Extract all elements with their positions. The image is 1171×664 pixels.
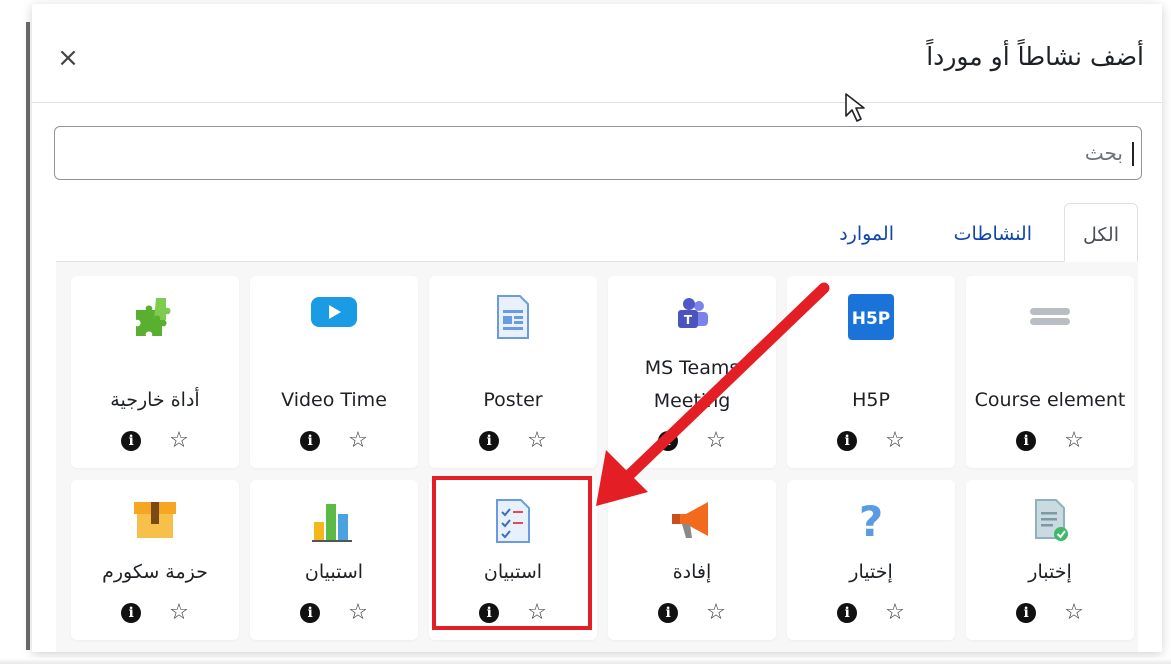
card-choice[interactable]: ? إختيار i ☆ <box>787 480 955 640</box>
ms-teams-icon: T <box>608 294 776 338</box>
puzzle-icon <box>71 294 239 338</box>
info-icon[interactable]: i <box>121 431 142 451</box>
search-input[interactable] <box>65 133 1131 173</box>
star-icon[interactable]: ☆ <box>527 430 547 452</box>
info-icon[interactable]: i <box>479 603 500 623</box>
tab-bar: الكل النشاطات الموارد <box>56 203 1138 262</box>
star-icon[interactable]: ☆ <box>706 602 726 624</box>
card-label: إفادة <box>672 561 712 583</box>
info-icon[interactable]: i <box>837 431 858 451</box>
page-left-border <box>26 22 30 650</box>
tab-resources[interactable]: الموارد <box>821 203 912 261</box>
star-icon[interactable]: ☆ <box>348 602 368 624</box>
card-quiz[interactable]: إختبار i ☆ <box>966 480 1134 640</box>
card-feedback[interactable]: إفادة i ☆ <box>608 480 776 640</box>
card-label: Course element <box>974 389 1126 411</box>
info-icon[interactable]: i <box>1016 431 1037 451</box>
bottom-edge <box>0 658 1171 664</box>
package-icon <box>71 498 239 542</box>
h5p-icon: H5P <box>787 294 955 340</box>
activity-grid: Course element i ☆ H5P H5P i ☆ T MS Team… <box>56 262 1138 652</box>
card-video-time[interactable]: Video Time i ☆ <box>250 276 418 468</box>
info-icon[interactable]: i <box>658 431 679 451</box>
card-scorm-package[interactable]: حزمة سكورم i ☆ <box>71 480 239 640</box>
tab-all[interactable]: الكل <box>1064 203 1138 262</box>
question-icon: ? <box>787 498 955 544</box>
megaphone-icon <box>608 498 776 542</box>
svg-text:H5P: H5P <box>852 309 891 329</box>
add-activity-modal: أضف نشاطاً أو مورداً × الكل النشاطات الم… <box>32 4 1162 652</box>
card-course-element[interactable]: Course element i ☆ <box>966 276 1134 468</box>
card-label: Poster <box>483 389 543 411</box>
course-element-icon <box>966 294 1134 338</box>
video-time-icon <box>250 294 418 338</box>
card-h5p[interactable]: H5P H5P i ☆ <box>787 276 955 468</box>
info-icon[interactable]: i <box>1016 603 1037 623</box>
quiz-icon <box>966 498 1134 542</box>
card-label: H5P <box>852 389 890 411</box>
card-label: إختيار <box>849 561 893 583</box>
star-icon[interactable]: ☆ <box>348 430 368 452</box>
card-label: أداة خارجية <box>110 389 200 411</box>
info-icon[interactable]: i <box>300 431 321 451</box>
bar-chart-icon <box>250 498 418 542</box>
star-icon[interactable]: ☆ <box>1064 602 1084 624</box>
card-label: MS Teams Meeting <box>644 357 740 412</box>
modal-header: أضف نشاطاً أو مورداً × <box>32 4 1162 103</box>
survey-icon <box>429 498 597 543</box>
card-survey-highlighted[interactable]: استبيان i ☆ <box>429 480 597 640</box>
mouse-cursor-icon <box>845 93 865 122</box>
poster-icon <box>429 294 597 339</box>
star-icon[interactable]: ☆ <box>885 602 905 624</box>
info-icon[interactable]: i <box>837 603 858 623</box>
star-icon[interactable]: ☆ <box>169 602 189 624</box>
modal-title: أضف نشاطاً أو مورداً <box>926 42 1144 71</box>
card-label: حزمة سكورم <box>102 561 208 583</box>
star-icon[interactable]: ☆ <box>169 430 189 452</box>
star-icon[interactable]: ☆ <box>706 430 726 452</box>
card-label: استبيان <box>483 561 543 583</box>
info-icon[interactable]: i <box>658 603 679 623</box>
card-external-tool[interactable]: أداة خارجية i ☆ <box>71 276 239 468</box>
text-caret <box>1132 142 1134 166</box>
star-icon[interactable]: ☆ <box>885 430 905 452</box>
svg-text:T: T <box>684 313 693 327</box>
search-box <box>54 126 1142 180</box>
info-icon[interactable]: i <box>479 431 500 451</box>
card-survey[interactable]: استبيان i ☆ <box>250 480 418 640</box>
svg-text:?: ? <box>859 498 883 544</box>
card-label: إختبار <box>1028 561 1072 583</box>
card-label: Video Time <box>281 389 387 411</box>
info-icon[interactable]: i <box>300 603 321 623</box>
info-icon[interactable]: i <box>121 603 142 623</box>
star-icon[interactable]: ☆ <box>527 602 547 624</box>
star-icon[interactable]: ☆ <box>1064 430 1084 452</box>
card-label: استبيان <box>304 561 364 583</box>
card-ms-teams-meeting[interactable]: T MS Teams Meeting i ☆ <box>608 276 776 468</box>
tab-activities[interactable]: النشاطات <box>936 203 1050 261</box>
close-button[interactable]: × <box>56 45 80 71</box>
card-poster[interactable]: Poster i ☆ <box>429 276 597 468</box>
